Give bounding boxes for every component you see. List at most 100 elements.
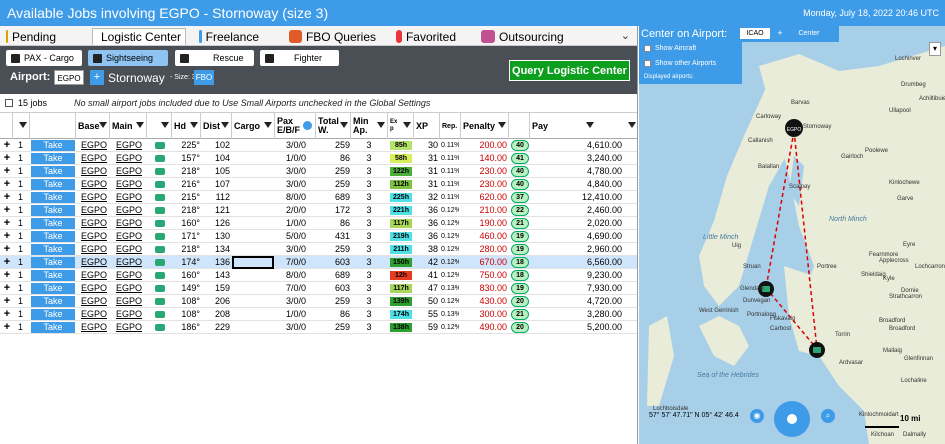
main-link[interactable]: EGPO	[112, 321, 146, 334]
header-min-ap[interactable]: Min Ap.	[351, 113, 388, 139]
filter-icon[interactable]	[403, 122, 411, 128]
airport-code-field[interactable]: EGPO	[54, 70, 84, 85]
checkbox[interactable]	[644, 60, 651, 67]
expand-row-icon[interactable]: +	[2, 152, 12, 165]
expand-row-icon[interactable]: +	[2, 282, 12, 295]
base-link[interactable]: EGPO	[78, 269, 110, 282]
qty-filter[interactable]	[13, 113, 30, 139]
expand-row-icon[interactable]: +	[2, 204, 12, 217]
expand-row-icon[interactable]: +	[2, 165, 12, 178]
take-button[interactable]: Take	[31, 153, 75, 164]
map-navigation-pad[interactable]	[774, 401, 810, 437]
filter-icon[interactable]	[161, 122, 169, 128]
header-pax[interactable]: Pax E/B/F	[275, 113, 316, 139]
filter-icon[interactable]	[19, 122, 27, 128]
airport-add-button[interactable]: +	[90, 70, 104, 85]
query-logistic-center-button[interactable]: Query Logistic Center	[509, 60, 630, 81]
main-link[interactable]: EGPO	[112, 282, 146, 295]
header-pay[interactable]: Pay	[530, 113, 638, 139]
main-link[interactable]: EGPO	[112, 269, 146, 282]
tab-logistic-center[interactable]: Logistic Center	[92, 28, 186, 45]
take-button[interactable]: Take	[31, 270, 75, 281]
expand-row-icon[interactable]: +	[2, 295, 12, 308]
table-row[interactable]: +1 Take EGPO EGPO 160° 143 8/0/0 689 3 12h 41 0.12%…	[0, 269, 638, 282]
table-row[interactable]: +1 Take EGPO EGPO 186° 229 3/0/0 259 3 138h 59 0.12…	[0, 321, 638, 334]
take-button[interactable]: Take	[31, 218, 75, 229]
main-link[interactable]: EGPO	[112, 204, 146, 217]
table-row[interactable]: +1 Take EGPO EGPO 149° 159 7/0/0 603 3 117h 47 0.13…	[0, 282, 638, 295]
filter-sightseeing-button[interactable]: Sightseeing	[88, 50, 168, 66]
expand-row-icon[interactable]: +	[2, 217, 12, 230]
main-link[interactable]: EGPO	[112, 165, 146, 178]
main-link[interactable]: EGPO	[112, 295, 146, 308]
main-link[interactable]: EGPO	[112, 243, 146, 256]
filter-icon[interactable]	[377, 122, 385, 128]
zoom-icon[interactable]: ⌕	[821, 409, 835, 423]
map-dropdown-button[interactable]: ▾	[929, 42, 941, 56]
filter-fighter-button[interactable]: Fighter	[260, 50, 339, 66]
main-link[interactable]: EGPO	[112, 139, 146, 152]
expand-row-icon[interactable]: +	[2, 139, 12, 152]
tab-freelance[interactable]: Freelance	[195, 28, 263, 45]
expand-row-icon[interactable]: +	[2, 308, 12, 321]
tab-favorited[interactable]: Favorited	[392, 28, 460, 45]
take-button[interactable]: Take	[31, 205, 75, 216]
table-row[interactable]: +1 Take EGPO EGPO 160° 126 1/0/0 86 3 117h 36 0.12%…	[0, 217, 638, 230]
table-row[interactable]: +1 Take EGPO EGPO 216° 107 3/0/0 259 3 112h 31 0.11…	[0, 178, 638, 191]
base-link[interactable]: EGPO	[78, 256, 110, 269]
header-main[interactable]: Main	[110, 113, 147, 139]
main-link[interactable]: EGPO	[112, 217, 146, 230]
expand-row-icon[interactable]: +	[2, 321, 12, 334]
expand-row-icon[interactable]: +	[2, 243, 12, 256]
base-link[interactable]: EGPO	[78, 204, 110, 217]
header-penalty[interactable]: Penalty	[461, 113, 509, 139]
take-button[interactable]: Take	[31, 257, 75, 268]
main-link[interactable]: EGPO	[112, 256, 146, 269]
table-row[interactable]: +1 Take EGPO EGPO 225° 102 3/0/0 259 3 85h 30 0.11%…	[0, 139, 638, 152]
expand-row-icon[interactable]: +	[2, 191, 12, 204]
filter-icon[interactable]	[340, 122, 348, 128]
tab-pending[interactable]: Pending	[2, 28, 60, 45]
expand-row-icon[interactable]: +	[2, 269, 12, 282]
take-button[interactable]: Take	[31, 322, 75, 333]
base-link[interactable]: EGPO	[78, 295, 110, 308]
expand-row-icon[interactable]: +	[2, 230, 12, 243]
pane-divider[interactable]	[637, 26, 638, 444]
filter-icon[interactable]	[221, 122, 229, 128]
take-button[interactable]: Take	[31, 283, 75, 294]
table-row[interactable]: +1 Take EGPO EGPO 157° 104 1/0/0 86 3 58h 31 0.11% 1…	[0, 152, 638, 165]
header-cargo[interactable]: Cargo	[232, 113, 275, 139]
base-link[interactable]: EGPO	[78, 178, 110, 191]
main-link[interactable]: EGPO	[112, 178, 146, 191]
filter-icon[interactable]	[498, 122, 506, 128]
table-row[interactable]: +1 Take EGPO EGPO 215° 112 8/0/0 689 3 225h 32 0.11…	[0, 191, 638, 204]
map-pane[interactable]: EGPO Center on Airport: ICAO + Center Sh…	[639, 26, 945, 444]
main-link[interactable]: EGPO	[112, 308, 146, 321]
header-xp[interactable]: XP	[414, 113, 440, 139]
tab-outsourcing[interactable]: Outsourcing	[477, 28, 569, 45]
header-dist[interactable]: Dist	[201, 113, 232, 139]
header-type[interactable]	[147, 113, 172, 139]
base-link[interactable]: EGPO	[78, 321, 110, 334]
table-row[interactable]: +1 Take EGPO EGPO 108° 206 3/0/0 259 3 139h 50 0.12…	[0, 295, 638, 308]
map-center-button[interactable]: Center	[792, 28, 826, 39]
map-icao-input[interactable]: ICAO	[740, 28, 770, 39]
expand-row-icon[interactable]: +	[2, 256, 12, 269]
filter-icon[interactable]	[628, 122, 636, 128]
table-row[interactable]: +1 Take EGPO EGPO 218° 121 2/0/0 172 3 221h 36 0.12…	[0, 204, 638, 217]
tab-fbo-queries[interactable]: FBO Queries	[285, 28, 380, 45]
table-row[interactable]: +1 Take EGPO EGPO 218° 134 3/0/0 259 3 211h 38 0.12…	[0, 243, 638, 256]
header-total-w[interactable]: Total W.	[316, 113, 351, 139]
filter-icon[interactable]	[190, 122, 198, 128]
base-link[interactable]: EGPO	[78, 139, 110, 152]
filter-icon[interactable]	[99, 122, 107, 128]
eye-icon[interactable]: ◉	[750, 409, 764, 423]
info-icon[interactable]	[303, 121, 312, 130]
header-badge[interactable]	[509, 113, 530, 139]
table-row[interactable]: +1 Take EGPO EGPO 174° 136 7/0/0 603 3 150h 42 0.12…	[0, 256, 638, 269]
table-row[interactable]: +1 Take EGPO EGPO 108° 208 1/0/0 86 3 174h 55 0.13%…	[0, 308, 638, 321]
checkbox[interactable]	[644, 45, 651, 52]
take-button[interactable]: Take	[31, 296, 75, 307]
header-hd[interactable]: Hd	[172, 113, 201, 139]
show-aircraft-option[interactable]: Show Aircraft	[644, 45, 696, 52]
